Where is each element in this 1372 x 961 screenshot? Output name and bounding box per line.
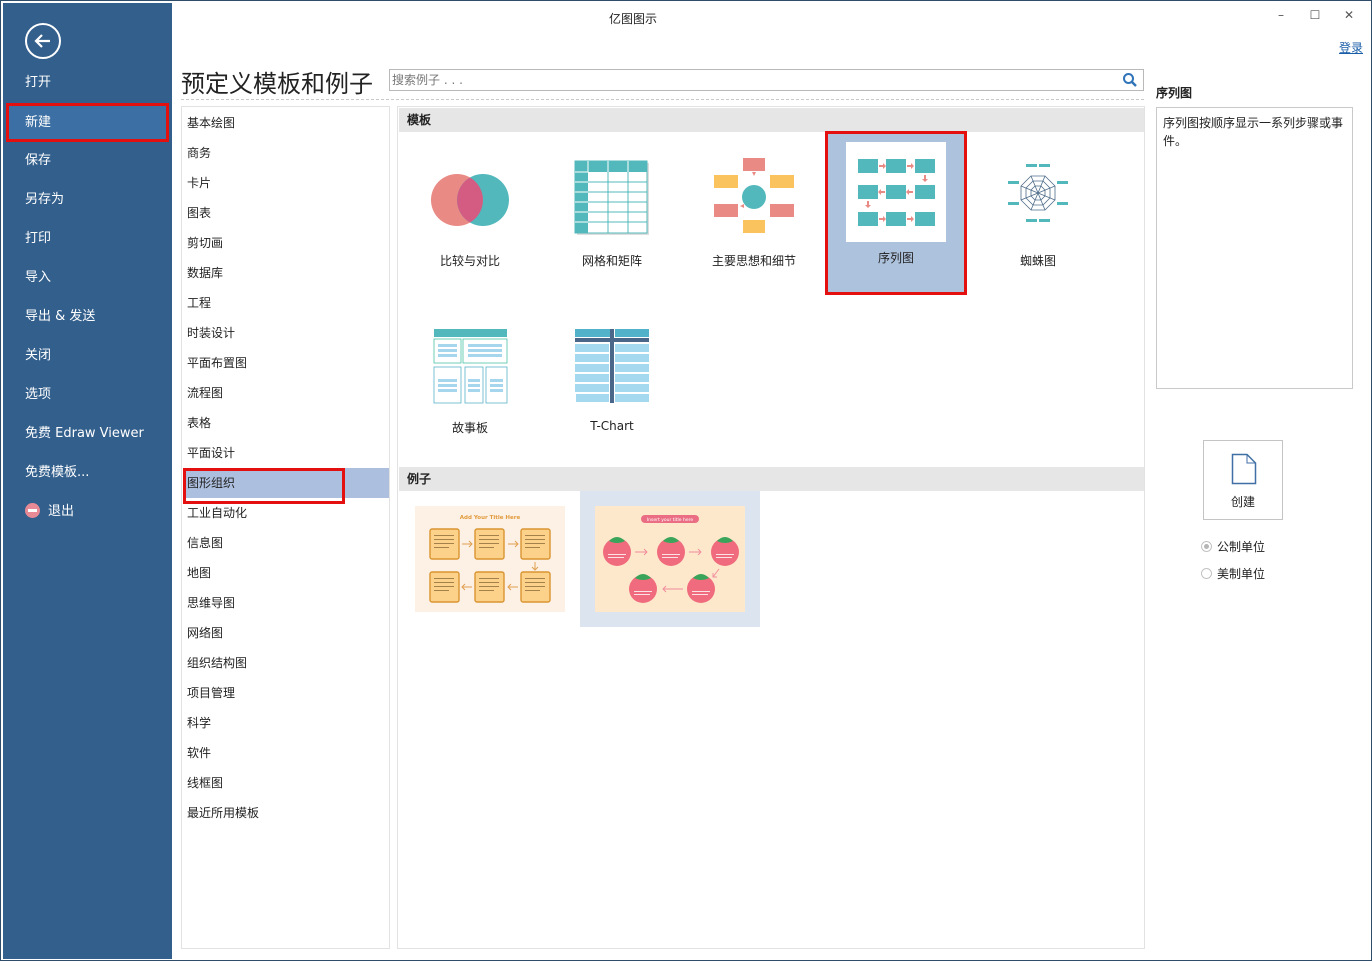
sidebar-item-options[interactable]: 选项 (3, 375, 172, 414)
template-main-idea-details[interactable]: 主要思想和细节 (683, 134, 825, 298)
templates-section-header: 模板 (399, 108, 1144, 132)
sidebar-item-save-as[interactable]: 另存为 (3, 180, 172, 219)
us-units-label: 美制单位 (1217, 567, 1266, 581)
sidebar-item-export-send[interactable]: 导出 & 发送 (3, 297, 172, 336)
examples-section-header: 例子 (399, 467, 1144, 491)
radio-unchecked-icon (1201, 568, 1212, 579)
category-item[interactable]: 地图 (183, 558, 389, 588)
radio-checked-icon (1201, 541, 1212, 552)
template-t-chart[interactable]: T-Chart (541, 301, 683, 465)
category-item[interactable]: 图表 (183, 198, 389, 228)
sidebar-item-close[interactable]: 关闭 (3, 336, 172, 375)
venn-diagram-icon (431, 174, 509, 226)
sidebar-item-open[interactable]: 打开 (3, 63, 172, 102)
metric-units-label: 公制单位 (1217, 540, 1266, 554)
example-thumbnail: Add Your Title Here (415, 506, 565, 612)
category-item[interactable]: 线框图 (183, 768, 389, 798)
category-item[interactable]: 数据库 (183, 258, 389, 288)
example-title: Insert your title here (647, 517, 693, 523)
example-thumbnail: Insert your title here (595, 506, 745, 612)
category-item[interactable]: 信息图 (183, 528, 389, 558)
details-title: 序列图 (1156, 86, 1193, 100)
category-item[interactable]: 表格 (183, 408, 389, 438)
category-item[interactable]: 时装设计 (183, 318, 389, 348)
close-button[interactable]: ✕ (1339, 7, 1359, 23)
category-item[interactable]: 平面设计 (183, 438, 389, 468)
category-list: 基本绘图 商务 卡片 图表 剪切画 数据库 工程 时装设计 平面布置图 流程图 表格 平面设计 图形组织… (181, 106, 390, 949)
category-item[interactable]: 平面布置图 (183, 348, 389, 378)
sidebar-item-print[interactable]: 打印 (3, 219, 172, 258)
category-item[interactable]: 组织结构图 (183, 648, 389, 678)
search-input[interactable] (390, 70, 1110, 90)
grid-matrix-icon (574, 160, 649, 235)
example-title: Add Your Title Here (460, 515, 521, 521)
window-title: 亿图图示 (609, 12, 658, 26)
template-spider-diagram[interactable]: 蜘蛛图 (967, 134, 1109, 298)
template-label: 网格和矩阵 (581, 254, 642, 268)
details-description: 序列图按顺序显示一系列步骤或事件。 (1156, 107, 1353, 389)
category-item[interactable]: 商务 (183, 138, 389, 168)
backstage-sidebar: 打开 新建 保存 另存为 打印 导入 导出 & 发送 关闭 选项 免费 Edra… (3, 3, 172, 959)
spider-diagram-icon (1008, 164, 1068, 222)
template-label: 序列图 (877, 251, 914, 265)
t-chart-icon (575, 329, 649, 403)
metric-units-radio[interactable]: 公制单位 (1201, 539, 1265, 555)
category-item[interactable]: 流程图 (183, 378, 389, 408)
back-arrow-icon (34, 34, 50, 48)
exit-label: 退出 (48, 504, 75, 519)
create-label: 创建 (1230, 495, 1255, 509)
sequence-diagram-icon (846, 142, 946, 242)
template-label: 主要思想和细节 (711, 254, 796, 268)
us-units-radio[interactable]: 美制单位 (1201, 566, 1265, 582)
category-item[interactable]: 剪切画 (183, 228, 389, 258)
category-item[interactable]: 工程 (183, 288, 389, 318)
template-compare-contrast[interactable]: 比较与对比 (399, 134, 541, 298)
template-label: T-Chart (590, 419, 634, 433)
sidebar-item-edraw-viewer[interactable]: 免费 Edraw Viewer (3, 414, 172, 453)
example-tomato-sequence[interactable]: Insert your title here (580, 491, 760, 627)
template-grid-matrix[interactable]: 网格和矩阵 (541, 134, 683, 298)
back-button[interactable] (25, 23, 61, 59)
category-item[interactable]: 网络图 (183, 618, 389, 648)
template-label: 比较与对比 (439, 254, 500, 268)
page-title: 预定义模板和例子 (181, 70, 373, 98)
exit-icon (25, 503, 40, 518)
main-idea-icon (714, 158, 794, 233)
header-divider (181, 99, 1144, 100)
search-icon[interactable] (1122, 72, 1138, 88)
category-item[interactable]: 图形组织 (183, 468, 389, 504)
template-sequence-diagram[interactable]: 序列图 (825, 131, 967, 295)
category-item[interactable]: 科学 (183, 708, 389, 738)
sidebar-item-new[interactable]: 新建 (6, 103, 169, 142)
new-document-icon (1231, 453, 1257, 485)
category-item[interactable]: 最近所用模板 (183, 798, 389, 828)
sidebar-item-exit[interactable]: 退出 (3, 492, 172, 531)
category-item[interactable]: 思维导图 (183, 588, 389, 618)
template-storyboard[interactable]: 故事板 (399, 301, 541, 465)
sidebar-item-import[interactable]: 导入 (3, 258, 172, 297)
minimize-button[interactable]: – (1271, 7, 1291, 23)
search-box (389, 69, 1144, 91)
create-button[interactable]: 创建 (1203, 440, 1283, 520)
app-window: 打开 新建 保存 另存为 打印 导入 导出 & 发送 关闭 选项 免费 Edra… (0, 0, 1372, 961)
sidebar-item-free-templates[interactable]: 免费模板... (3, 453, 172, 492)
template-label: 故事板 (451, 421, 488, 435)
category-item[interactable]: 卡片 (183, 168, 389, 198)
template-label: 蜘蛛图 (1019, 254, 1056, 268)
category-item[interactable]: 项目管理 (183, 678, 389, 708)
login-link[interactable]: 登录 (1339, 39, 1363, 56)
category-item[interactable]: 工业自动化 (183, 498, 389, 528)
example-toast-sequence[interactable]: Add Your Title Here (415, 506, 565, 612)
storyboard-icon (433, 329, 508, 404)
category-item[interactable]: 软件 (183, 738, 389, 768)
template-gallery: 模板 比较与对比 网格和矩阵 主要思想和细节 序列图 蜘蛛图 故事板 T-Cha… (397, 106, 1145, 949)
maximize-button[interactable]: ☐ (1305, 7, 1325, 23)
category-item[interactable]: 基本绘图 (183, 108, 389, 138)
sidebar-item-save[interactable]: 保存 (3, 141, 172, 180)
